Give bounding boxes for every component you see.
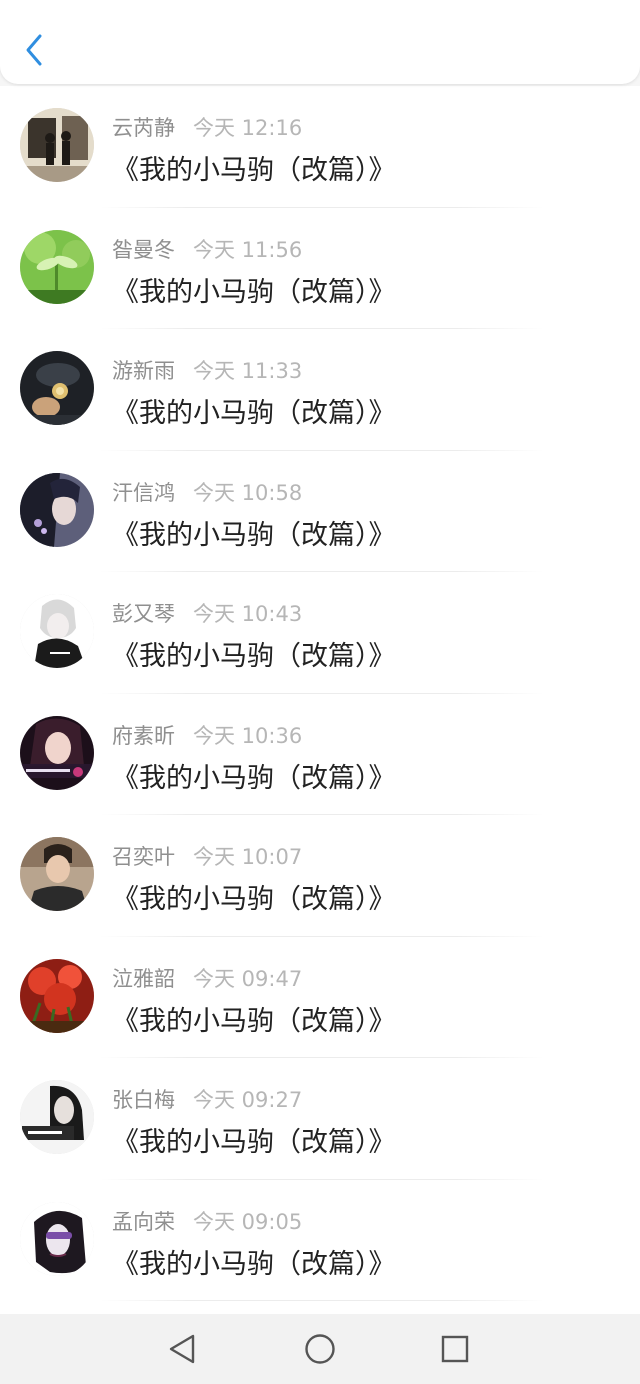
avatar[interactable]	[20, 958, 94, 1033]
timestamp: 今天 10:43	[193, 602, 303, 626]
message-title: 《我的小马驹（改篇）》	[112, 762, 396, 794]
system-nav-bar	[0, 1314, 640, 1384]
list-item[interactable]: 云芮静 今天 12:16 《我的小马驹（改篇）》	[0, 86, 640, 208]
triangle-back-icon	[169, 1334, 195, 1364]
message-title: 《我的小马驹（改篇）》	[112, 1248, 396, 1280]
avatar-photo-icon	[20, 351, 94, 425]
sender-name: 张白梅	[112, 1088, 175, 1112]
timestamp: 今天 11:33	[193, 359, 303, 383]
timestamp: 今天 10:58	[193, 480, 303, 505]
list-item[interactable]: 泣雅韶 今天 09:47 《我的小马驹（改篇）》	[0, 937, 640, 1058]
square-recents-icon	[441, 1335, 469, 1363]
message-title: 《我的小马驹（改篇）》	[112, 519, 396, 551]
avatar-photo-icon	[20, 108, 94, 182]
avatar-photo-icon	[20, 472, 94, 547]
list-item[interactable]: 孟向荣 今天 09:05 《我的小马驹（改篇）》	[0, 1180, 640, 1301]
message-title: 《我的小马驹（改篇）》	[112, 884, 396, 915]
message-title: 《我的小马驹（改篇）》	[112, 641, 396, 672]
timestamp: 今天 09:05	[193, 1209, 303, 1234]
message-list: 云芮静 今天 12:16 《我的小马驹（改篇）》 昝曼冬 今天 11:56 《我…	[0, 86, 640, 1314]
timestamp: 今天 10:07	[193, 845, 303, 869]
message-title: 《我的小马驹（改篇）》	[112, 1127, 396, 1158]
avatar[interactable]	[20, 351, 94, 425]
list-item[interactable]: 汗信鸿 今天 10:58 《我的小马驹（改篇）》	[0, 451, 640, 572]
list-item[interactable]: 召奕叶 今天 10:07 《我的小马驹（改篇）》	[0, 815, 640, 937]
message-title: 《我的小马驹（改篇）》	[112, 155, 396, 186]
message-title: 《我的小马驹（改篇）》	[112, 1005, 396, 1037]
avatar[interactable]	[20, 715, 94, 790]
circle-home-icon	[305, 1334, 335, 1364]
sender-name: 彭又琴	[112, 602, 175, 626]
timestamp: 今天 11:56	[193, 237, 303, 262]
list-item[interactable]: 游新雨 今天 11:33 《我的小马驹（改篇）》	[0, 329, 640, 451]
timestamp: 今天 09:27	[193, 1088, 303, 1112]
avatar-photo-icon	[20, 837, 94, 911]
avatar[interactable]	[20, 594, 94, 668]
message-title: 《我的小马驹（改篇）》	[112, 276, 396, 308]
top-bar	[0, 0, 640, 84]
list-item[interactable]: 张白梅 今天 09:27 《我的小马驹（改篇）》	[0, 1058, 640, 1180]
avatar[interactable]	[20, 1080, 94, 1154]
chevron-left-icon	[26, 34, 42, 66]
avatar[interactable]	[20, 472, 94, 547]
nav-back-button[interactable]	[164, 1331, 200, 1367]
sender-name: 昝曼冬	[112, 237, 175, 262]
nav-home-button[interactable]	[302, 1331, 338, 1367]
list-item[interactable]: 彭又琴 今天 10:43 《我的小马驹（改篇）》	[0, 572, 640, 694]
avatar[interactable]	[20, 1201, 94, 1276]
sender-name: 府素昕	[112, 723, 175, 748]
avatar-photo-icon	[20, 958, 94, 1033]
timestamp: 今天 09:47	[193, 966, 303, 991]
message-title: 《我的小马驹（改篇）》	[112, 398, 396, 429]
sender-name: 汗信鸿	[112, 480, 175, 505]
list-item[interactable]: 昝曼冬 今天 11:56 《我的小马驹（改篇）》	[0, 208, 640, 329]
divider	[100, 1300, 544, 1301]
timestamp: 今天 12:16	[193, 116, 303, 140]
sender-name: 游新雨	[112, 359, 175, 383]
avatar-photo-icon	[20, 715, 94, 790]
avatar-photo-icon	[20, 594, 94, 668]
sender-name: 泣雅韶	[112, 966, 175, 991]
nav-recents-button[interactable]	[437, 1331, 473, 1367]
avatar[interactable]	[20, 108, 94, 182]
timestamp: 今天 10:36	[193, 723, 303, 748]
sender-name: 召奕叶	[112, 845, 175, 869]
sender-name: 孟向荣	[112, 1209, 175, 1234]
avatar-photo-icon	[20, 1201, 94, 1276]
sender-name: 云芮静	[112, 116, 175, 140]
back-button[interactable]	[14, 28, 54, 72]
avatar[interactable]	[20, 837, 94, 911]
list-item[interactable]: 府素昕 今天 10:36 《我的小马驹（改篇）》	[0, 694, 640, 815]
avatar-photo-icon	[20, 1080, 94, 1154]
avatar-photo-icon	[20, 229, 94, 304]
avatar[interactable]	[20, 229, 94, 304]
